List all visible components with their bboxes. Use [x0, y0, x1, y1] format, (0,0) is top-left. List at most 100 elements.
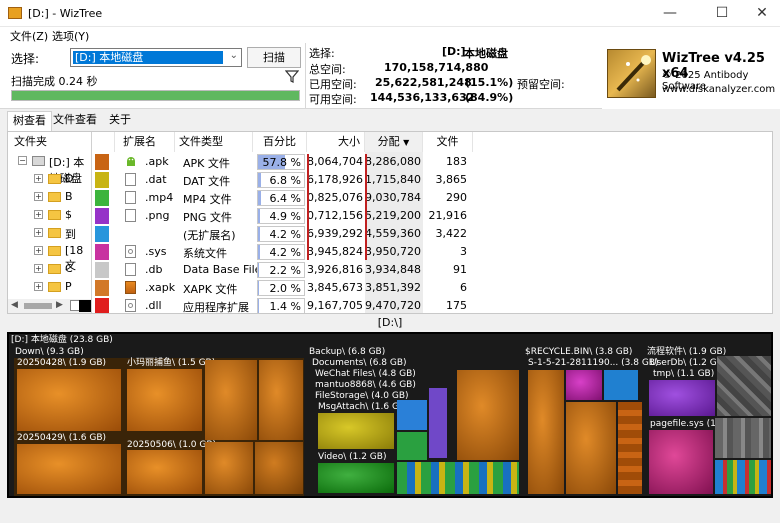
tab-about[interactable]: 关于: [104, 111, 136, 131]
tree-item[interactable]: + B: [8, 188, 91, 206]
tree-item[interactable]: + D: [8, 170, 91, 188]
tm-recycle-orange1[interactable]: [528, 370, 564, 494]
tm-recycle-orange2[interactable]: [566, 402, 616, 494]
tree-item[interactable]: + 到: [8, 224, 91, 242]
expand-icon[interactable]: +: [34, 264, 43, 273]
folder-header[interactable]: 文件夹: [8, 132, 91, 152]
scan-button[interactable]: 扫描: [247, 47, 301, 68]
tm-recycle-orange3[interactable]: [618, 402, 642, 494]
tm-d1[interactable]: [17, 369, 121, 431]
tm-video[interactable]: [318, 463, 394, 493]
table-row[interactable]: (无扩展名) 4.2 % 1,036,939,2921,084,559,360 3,4…: [93, 225, 772, 243]
tm-msgattach[interactable]: [318, 413, 394, 449]
tm-recycle-blue[interactable]: [604, 370, 638, 400]
logo-site[interactable]: www.diskanalyzer.com: [662, 84, 775, 95]
tree-item[interactable]: − [D:] 本地磁盘: [8, 152, 91, 185]
files-header[interactable]: 文件: [423, 132, 473, 152]
expand-icon[interactable]: +: [34, 210, 43, 219]
tree-item[interactable]: + P: [8, 278, 91, 296]
tm-backup-orange[interactable]: [457, 370, 519, 460]
tree-item[interactable]: + C: [8, 260, 91, 278]
size-cell: 553,926,816: [307, 263, 363, 276]
total-space-value: 170,158,714,880: [384, 61, 489, 74]
expand-icon[interactable]: +: [34, 228, 43, 237]
tab-file-view[interactable]: 文件查看: [48, 111, 102, 131]
folder-tree: 文件夹 − [D:] 本地磁盘 + D + B + $ + 到 + [18 文 + C + P ◀ ▶: [8, 132, 92, 313]
menu-file[interactable]: 文件(Z): [10, 28, 48, 44]
title-bar: [D:] - WizTree — ☐ ✕: [0, 0, 780, 27]
tm-recycle-magenta[interactable]: [566, 370, 602, 400]
tm-down-sub1[interactable]: [205, 360, 257, 440]
tm-pagefile[interactable]: [649, 430, 713, 494]
tm-down-sub4[interactable]: [255, 442, 303, 494]
type-cell: APK 文件: [183, 157, 230, 170]
tm-d2[interactable]: [127, 369, 202, 431]
type-cell: XAPK 文件: [183, 283, 238, 296]
percent-bar: 57.8 %: [257, 154, 305, 170]
expand-icon[interactable]: +: [34, 174, 43, 183]
table-row[interactable]: .mp4 MP4 文件 6.4 % 1,670,825,0761,639,030,78…: [93, 189, 772, 207]
size-header[interactable]: 大小: [307, 132, 365, 152]
minimize-button[interactable]: —: [648, 0, 692, 27]
sort-down-icon: ▼: [403, 138, 410, 147]
table-row[interactable]: .dat DAT 文件 6.8 % 1,796,178,9261,751,715,84…: [93, 171, 772, 189]
pct-header[interactable]: 百分比: [253, 132, 307, 152]
maximize-button[interactable]: ☐: [700, 0, 744, 27]
table-row[interactable]: .xapk XAPK 文件 2.0 % 513,845,673513,851,392 6: [93, 279, 772, 297]
collapse-icon[interactable]: −: [18, 156, 27, 165]
tree-item[interactable]: + [18 文: [8, 242, 91, 272]
tm-tmp[interactable]: [649, 380, 715, 416]
tm-down-label: Down\ (9.3 GB): [15, 347, 84, 357]
tm-purple-block[interactable]: [429, 388, 447, 458]
expand-icon[interactable]: +: [34, 246, 43, 255]
ext-header[interactable]: 扩展名: [115, 132, 175, 152]
used-space-value: 25,622,581,248: [375, 76, 472, 89]
alloc-header[interactable]: 分配 ▼: [365, 132, 423, 152]
tm-down-sub3[interactable]: [205, 442, 253, 494]
scroll-left-icon[interactable]: ◀: [11, 300, 18, 310]
type-cell: 系统文件: [183, 247, 227, 260]
drive-select[interactable]: [D:] 本地磁盘 ⌄: [70, 48, 242, 67]
info-drive-name: 本地磁盘: [464, 47, 508, 60]
select-label: 选择:: [11, 52, 40, 66]
color-swatch: [95, 208, 109, 224]
menu-options[interactable]: 选项(Y): [52, 28, 89, 44]
tm-backup-mixed[interactable]: [397, 462, 519, 494]
alloc-cell: 513,851,392: [365, 281, 421, 294]
treemap[interactable]: [D:] 本地磁盘 (23.8 GB) Down\ (9.3 GB) 20250…: [7, 332, 773, 498]
expand-icon[interactable]: +: [34, 282, 43, 291]
alloc-cell: 1,255,219,200: [365, 209, 421, 222]
scroll-right-icon[interactable]: ▶: [56, 300, 63, 310]
close-button[interactable]: ✕: [740, 0, 780, 27]
files-cell: 6: [460, 281, 467, 294]
table-row[interactable]: .apk APK 文件 57.8 % 14,778,064,70414,778,286…: [93, 153, 772, 171]
tm-misc-color[interactable]: [715, 460, 771, 494]
tm-installed-gray[interactable]: [717, 356, 771, 416]
tm-misc-gray[interactable]: [715, 418, 771, 458]
expand-icon[interactable]: +: [34, 192, 43, 201]
tm-down-sub2[interactable]: [259, 360, 303, 440]
used-space-label: 已用空间:: [309, 78, 357, 91]
files-cell: 21,916: [428, 209, 468, 222]
tm-d4[interactable]: [127, 450, 202, 494]
logo-panel: WizTree v4.25 x64 © 2025 Antibody Softwa…: [602, 43, 780, 109]
tree-hscroll[interactable]: ◀ ▶: [8, 299, 91, 313]
tm-green-block[interactable]: [397, 432, 427, 460]
type-header[interactable]: 文件类型: [175, 132, 253, 152]
table-row[interactable]: .png PNG 文件 4.9 % 1,210,712,1561,255,219,20…: [93, 207, 772, 225]
tm-recycle-label: $RECYCLE.BIN\ (3.8 GB): [525, 347, 633, 357]
tab-tree-view[interactable]: 树查看: [7, 111, 52, 131]
tree-scroll-thumb[interactable]: [24, 303, 52, 309]
alloc-cell: 14,778,286,080: [365, 155, 421, 168]
table-row[interactable]: .sys 系统文件 4.2 % 1,073,945,8241,073,950,720 3: [93, 243, 772, 261]
tm-d3[interactable]: [17, 444, 121, 494]
table-row[interactable]: .dll 应用程序扩展 1.4 % 349,167,705349,470,720 175: [93, 297, 772, 313]
tm-blue-block[interactable]: [397, 400, 427, 430]
filter-icon[interactable]: [285, 69, 299, 83]
ext-cell: .dat: [145, 173, 167, 186]
close-icon: ✕: [756, 5, 768, 21]
tree-item[interactable]: + $: [8, 206, 91, 224]
file-icon: [125, 191, 136, 204]
table-row[interactable]: .db Data Base File 2.2 % 553,926,816553,934…: [93, 261, 772, 279]
percent-bar: 4.9 %: [257, 208, 305, 224]
